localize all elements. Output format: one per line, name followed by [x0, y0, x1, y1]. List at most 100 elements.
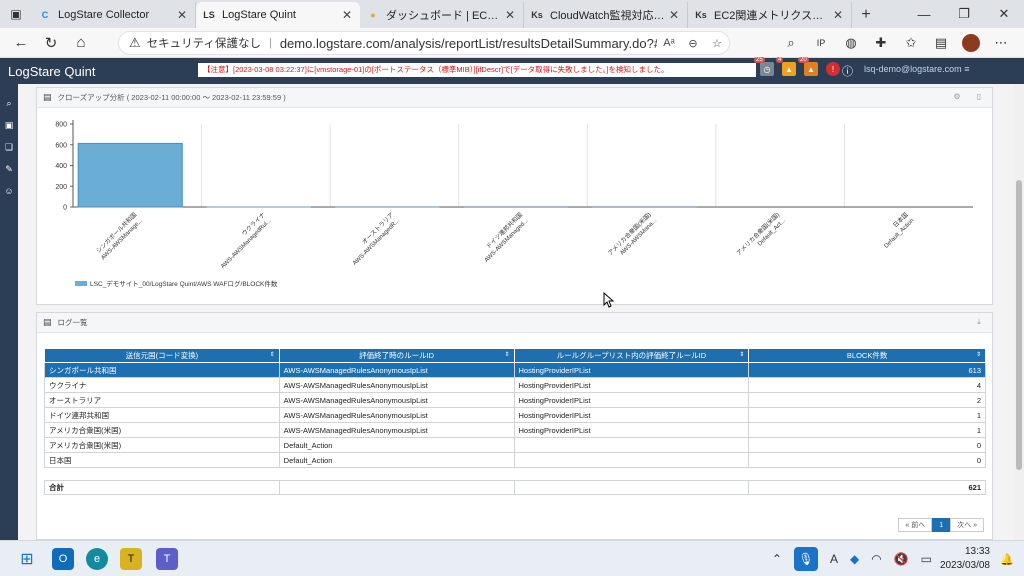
- table-cell: 0: [748, 452, 986, 468]
- next-page-button[interactable]: 次へ »: [950, 518, 984, 532]
- column-header-rule-id[interactable]: 評価終了時のルールID ⇕: [278, 348, 515, 363]
- browser-tab-5[interactable]: Ks EC2関連メトリクス一覧 | セキ✕: [688, 2, 852, 28]
- page-1-button[interactable]: 1: [932, 518, 951, 532]
- table-cell: 4: [748, 377, 986, 393]
- column-header-country[interactable]: 送信元国(コード変換) ⇕: [44, 348, 280, 363]
- clock-time: 13:33: [964, 546, 990, 557]
- x-tick-label: AWS-AWSManagedR...: [352, 218, 401, 267]
- edge-browser-icon[interactable]: e: [86, 548, 108, 570]
- tools-nav-icon[interactable]: ✎: [0, 158, 18, 180]
- table-row[interactable]: アメリカ合衆国(米国) AWS-AWSManagedRulesAnonymousI…: [44, 422, 986, 438]
- favorite-add-icon[interactable]: ☆: [705, 37, 729, 50]
- log-panel-header: ▤ ログ一覧: [37, 313, 992, 333]
- column-header-group-rule-id[interactable]: ルールグループリスト内の評価終了ルールID ⇕: [513, 348, 750, 363]
- column-header-block-count[interactable]: BLOCK件数 ⇕: [748, 348, 986, 363]
- maximize-button[interactable]: ❐: [944, 0, 984, 28]
- browser-tab-1[interactable]: C LogStare Collector ✕: [32, 2, 196, 28]
- security-label: セキュリティ保護なし: [146, 38, 261, 50]
- y-tick-label: 400: [55, 163, 67, 170]
- wifi-icon[interactable]: ◠: [871, 552, 881, 566]
- taskbar-clock[interactable]: 13:33 2023/03/08: [940, 545, 990, 573]
- extensions-icon[interactable]: ✚: [866, 30, 896, 56]
- total-value: 621: [748, 480, 986, 495]
- table-row[interactable]: シンガポール共和国 AWS-AWSManagedRulesAnonymousIpL…: [44, 362, 986, 378]
- reports-nav-icon[interactable]: ❏: [0, 136, 18, 158]
- clock-notification-icon[interactable]: ◷ 25: [754, 57, 774, 76]
- tab-close-icon[interactable]: ✕: [503, 8, 517, 22]
- table-cell: AWS-AWSManagedRulesAnonymousIpList: [278, 377, 515, 393]
- shield-tray-icon[interactable]: ◆: [850, 552, 859, 566]
- table-row[interactable]: ドイツ連邦共和国 AWS-AWSManagedRulesAnonymousIpLi…: [44, 407, 986, 423]
- tray-overflow-icon[interactable]: ⌃: [772, 552, 782, 566]
- address-bar[interactable]: ⚠ セキュリティ保護なし | demo.logstare.com/analysi…: [118, 31, 730, 55]
- prev-page-button[interactable]: « 前へ: [898, 518, 933, 532]
- table-cell: シンガポール共和国: [44, 362, 280, 378]
- favorites-icon[interactable]: ✩: [896, 30, 926, 56]
- ime-indicator[interactable]: A: [830, 552, 838, 566]
- table-cell: AWS-AWSManagedRulesAnonymousIpList: [278, 422, 515, 438]
- settings-icon[interactable]: ⚙: [950, 92, 964, 101]
- browser-tab-4[interactable]: Ks CloudWatch監視対応サービ✕: [524, 2, 688, 28]
- back-button[interactable]: ←: [6, 30, 36, 56]
- search-nav-icon[interactable]: ⌕: [0, 92, 18, 114]
- info-icon[interactable]: ⓘ: [842, 63, 853, 79]
- dashboard-nav-icon[interactable]: ▣: [0, 114, 18, 136]
- panel-menu-icon[interactable]: ▤: [43, 92, 52, 103]
- browser-right-tools: ⌕ IP ◍ ✚ ✩ ▤ ⋯: [776, 30, 1016, 56]
- volume-muted-icon[interactable]: 🔇: [894, 552, 909, 566]
- tab-actions-icon[interactable]: ▣: [0, 0, 32, 28]
- alert-notification-icon[interactable]: ▲ 20: [798, 57, 818, 76]
- x-category-label: ドイツ連邦共和国AWS-AWSManaged...: [484, 211, 530, 264]
- terminal-app-icon[interactable]: T: [120, 548, 142, 570]
- profile-avatar[interactable]: [956, 30, 986, 56]
- reload-button[interactable]: ↻: [36, 30, 66, 56]
- battery-icon[interactable]: ▭: [921, 552, 932, 566]
- search-icon[interactable]: ⌕: [776, 30, 806, 56]
- windows-start-icon[interactable]: ⊞: [16, 548, 38, 570]
- tab-close-icon[interactable]: ✕: [340, 8, 354, 22]
- ip-extension-icon[interactable]: IP: [806, 30, 836, 56]
- x-category-label: 日本国Default_Action: [884, 211, 916, 250]
- table-row[interactable]: オーストラリア AWS-AWSManagedRulesAnonymousIpLis…: [44, 392, 986, 408]
- table-row[interactable]: ウクライナ AWS-AWSManagedRulesAnonymousIpList H…: [44, 377, 986, 393]
- tab-close-icon[interactable]: ✕: [667, 8, 681, 22]
- log-panel-title: ログ一覧: [57, 318, 88, 327]
- tab-label: LogStare Collector: [58, 9, 150, 21]
- table-row[interactable]: アメリカ合衆国(米国) Default_Action 0: [44, 437, 986, 453]
- warning-notification-icon[interactable]: ▲ 4: [776, 57, 796, 76]
- new-tab-button[interactable]: +: [852, 2, 880, 28]
- browser-tab-2[interactable]: LS LogStare Quint ✕: [196, 2, 360, 28]
- teams-icon[interactable]: T: [156, 548, 178, 570]
- tab-close-icon[interactable]: ✕: [175, 8, 189, 22]
- pagination: « 前へ 1 次へ »: [898, 518, 984, 532]
- app-brand[interactable]: LogStare Quint: [8, 64, 198, 79]
- scrollbar-thumb[interactable]: [1016, 180, 1022, 470]
- more-menu-icon[interactable]: ⋯: [986, 30, 1016, 56]
- users-nav-icon[interactable]: ☺: [0, 180, 18, 202]
- alert-banner[interactable]: 【注意】[2023-03-08 03:22:37]に[vmstorage-01]…: [198, 63, 756, 77]
- table-cell: ドイツ連邦共和国: [44, 407, 280, 423]
- read-aloud-icon[interactable]: Aᵃ: [657, 37, 681, 49]
- panel-menu-icon[interactable]: ▤: [43, 317, 52, 328]
- zoom-icon[interactable]: ⊖: [681, 37, 705, 50]
- chart-bar: [206, 206, 311, 208]
- legend-label: LSC_デモサイト_00/LogStare Quint/AWS WAFログ/BL…: [90, 279, 278, 288]
- close-window-button[interactable]: ✕: [984, 0, 1024, 28]
- notification-bell-icon[interactable]: 🔔: [1000, 553, 1014, 566]
- microphone-icon[interactable]: 🎙: [793, 547, 818, 571]
- page-scrollbar[interactable]: [1014, 84, 1024, 540]
- browser-tab-3[interactable]: ● ダッシュボード | EC2 Manage✕: [360, 2, 524, 28]
- minimize-button[interactable]: —: [904, 0, 944, 28]
- collections-icon[interactable]: ▤: [926, 30, 956, 56]
- table-row[interactable]: 日本国 Default_Action 0: [44, 452, 986, 468]
- error-notification-icon[interactable]: !: [826, 62, 840, 76]
- user-menu[interactable]: lsq-demo@logstare.com ≡: [864, 64, 969, 74]
- tab-close-icon[interactable]: ✕: [831, 8, 845, 22]
- outlook-icon[interactable]: O: [52, 548, 74, 570]
- chart-svg: 0 200 400 600 800 シンガポール共和国AWS-AWSManage... ウク…: [55, 120, 973, 288]
- export-icon[interactable]: ▯: [972, 92, 986, 101]
- home-button[interactable]: ⌂: [66, 30, 96, 56]
- extension-globe-icon[interactable]: ◍: [836, 30, 866, 56]
- download-icon[interactable]: ⤓: [972, 317, 986, 327]
- mouse-cursor: [603, 292, 615, 308]
